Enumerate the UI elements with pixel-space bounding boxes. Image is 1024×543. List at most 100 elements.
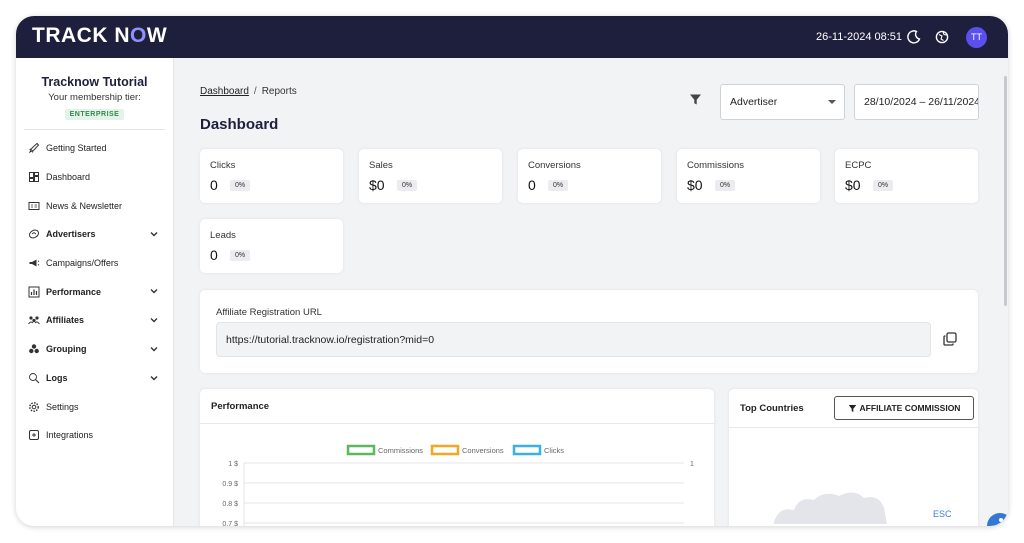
caret-down-icon bbox=[828, 100, 836, 104]
registration-url-field[interactable]: https://tutorial.tracknow.io/registratio… bbox=[216, 322, 931, 357]
stat-change-badge: 0% bbox=[873, 180, 894, 191]
legend-label: Conversions bbox=[462, 446, 504, 455]
stat-value: 0 bbox=[210, 247, 218, 263]
stat-label: Sales bbox=[369, 160, 393, 171]
stat-label: ECPC bbox=[845, 160, 872, 171]
filter-icon bbox=[848, 404, 856, 412]
main-content: Dashboard / Reports Dashboard Advertiser 2… bbox=[174, 58, 1008, 526]
sidebar-item-dashboard[interactable]: Dashboard bbox=[16, 163, 173, 192]
top-countries-title: Top Countries bbox=[740, 403, 804, 414]
megaphone-icon bbox=[28, 257, 40, 269]
top-countries-card: Top Countries AFFILIATE COMMISSION ESC bbox=[729, 389, 978, 526]
sidebar-item-label: Getting Started bbox=[46, 143, 107, 154]
sidebar-item-label: Integrations bbox=[46, 430, 94, 441]
stat-card-commissions: Commissions $0 0% bbox=[677, 149, 820, 203]
y-tick-label: 0.7 $ bbox=[222, 521, 238, 526]
stat-value: 0 bbox=[528, 177, 536, 193]
top-bar: TRACK NOW 26-11-2024 08:51 TT bbox=[16, 16, 1008, 58]
performance-chart: Commissions Conversions Clicks 1 $ 0.9 $ 0.8 … bbox=[222, 444, 694, 526]
chevron-down-icon[interactable] bbox=[149, 373, 159, 383]
stat-card-clicks: Clicks 0 0% bbox=[200, 149, 343, 203]
breadcrumb: Dashboard / Reports bbox=[200, 86, 297, 97]
sidebar-item-integrations[interactable]: Integrations bbox=[16, 421, 173, 450]
stat-value: $0 bbox=[369, 177, 385, 193]
users-icon bbox=[28, 314, 40, 326]
chevron-down-icon[interactable] bbox=[149, 286, 159, 296]
filter-icon[interactable] bbox=[689, 93, 702, 106]
y-tick-label: 0.9 $ bbox=[222, 481, 238, 488]
sidebar-item-advertisers[interactable]: Advertisers bbox=[16, 220, 173, 249]
advertiser-select-value: Advertiser bbox=[730, 96, 778, 108]
membership-tier-badge: ENTERPRISE bbox=[64, 109, 125, 120]
y-tick-label: 1 $ bbox=[228, 461, 238, 468]
sidebar-item-label: Advertisers bbox=[46, 229, 96, 240]
sidebar-item-affiliates[interactable]: Affiliates bbox=[16, 306, 173, 335]
org-name: Tracknow Tutorial bbox=[41, 75, 148, 89]
sidebar-item-label: Affiliates bbox=[46, 315, 85, 326]
page-title: Dashboard bbox=[200, 116, 279, 133]
stat-change-badge: 0% bbox=[397, 180, 418, 191]
rocket-icon bbox=[28, 142, 40, 154]
bar-chart-icon bbox=[28, 286, 40, 298]
app-frame: TRACK NOW 26-11-2024 08:51 TT Tracknow T… bbox=[16, 16, 1008, 526]
y-tick-label: 0.8 $ bbox=[222, 501, 238, 508]
legend-swatch bbox=[346, 444, 376, 456]
top-countries-divider bbox=[729, 427, 978, 428]
y-right-tick-label: 1 bbox=[690, 461, 694, 468]
chevron-down-icon[interactable] bbox=[149, 315, 159, 325]
chevron-down-icon[interactable] bbox=[149, 344, 159, 354]
sidebar-item-label: Grouping bbox=[46, 344, 87, 355]
advertiser-select[interactable]: Advertiser bbox=[720, 84, 845, 120]
magnifier-icon bbox=[28, 372, 40, 384]
breadcrumb-current: Reports bbox=[261, 86, 297, 97]
globe-icon[interactable] bbox=[934, 29, 950, 45]
stat-label: Conversions bbox=[528, 160, 581, 171]
affiliate-commission-button[interactable]: AFFILIATE COMMISSION bbox=[834, 396, 974, 420]
stat-label: Clicks bbox=[210, 160, 236, 171]
affiliate-commission-label: AFFILIATE COMMISSION bbox=[859, 403, 961, 413]
handshake-icon bbox=[28, 228, 40, 240]
breadcrumb-dashboard-link[interactable]: Dashboard bbox=[200, 86, 249, 97]
sidebar-item-settings[interactable]: Settings bbox=[16, 392, 173, 421]
sidebar-nav: Getting Started Dashboard News & Newslet… bbox=[16, 134, 173, 450]
sidebar-item-label: Settings bbox=[46, 401, 79, 412]
dashboard-icon bbox=[28, 171, 40, 183]
gear-icon bbox=[28, 401, 40, 413]
chevron-down-icon[interactable] bbox=[149, 229, 159, 239]
sidebar-divider bbox=[24, 129, 165, 130]
legend-label: Commissions bbox=[378, 446, 423, 455]
stat-card-ecpc: ECPC $0 0% bbox=[835, 149, 978, 203]
sidebar-item-logs[interactable]: Logs bbox=[16, 364, 173, 393]
sidebar-item-campaigns[interactable]: Campaigns/Offers bbox=[16, 249, 173, 278]
accessibility-button[interactable] bbox=[987, 513, 1008, 526]
membership-tier-label: Your membership tier: bbox=[48, 92, 141, 103]
world-map bbox=[774, 492, 887, 524]
stat-value: 0 bbox=[210, 177, 218, 193]
sidebar-item-label: Campaigns/Offers bbox=[46, 258, 119, 269]
esc-hint[interactable]: ESC bbox=[933, 509, 952, 519]
stat-label: Leads bbox=[210, 230, 236, 241]
legend-swatch bbox=[512, 444, 542, 456]
date-range-picker[interactable]: 28/10/2024 – 26/11/2024 bbox=[854, 84, 979, 120]
performance-divider bbox=[200, 423, 714, 424]
accessibility-icon bbox=[996, 518, 1003, 526]
sidebar: Tracknow Tutorial Your membership tier: … bbox=[16, 58, 174, 526]
sidebar-item-getting-started[interactable]: Getting Started bbox=[16, 134, 173, 163]
moon-icon[interactable] bbox=[906, 29, 922, 45]
tracknow-logo[interactable]: TRACK NOW bbox=[32, 24, 167, 48]
stat-label: Commissions bbox=[687, 160, 745, 171]
sidebar-item-news[interactable]: News & Newsletter bbox=[16, 191, 173, 220]
stat-card-leads: Leads 0 0% bbox=[200, 219, 343, 273]
copy-icon[interactable] bbox=[942, 331, 958, 347]
org-info: Tracknow Tutorial Your membership tier: … bbox=[16, 58, 173, 121]
registration-url-label: Affiliate Registration URL bbox=[216, 307, 322, 318]
affiliate-registration-card: Affiliate Registration URL https://tutor… bbox=[200, 290, 978, 373]
scrollbar-thumb[interactable] bbox=[1004, 76, 1007, 306]
integrations-icon bbox=[28, 429, 40, 441]
current-datetime: 26-11-2024 08:51 bbox=[816, 31, 903, 43]
user-avatar[interactable]: TT bbox=[966, 27, 987, 48]
stat-card-conversions: Conversions 0 0% bbox=[518, 149, 661, 203]
sidebar-item-performance[interactable]: Performance bbox=[16, 277, 173, 306]
sidebar-item-grouping[interactable]: Grouping bbox=[16, 335, 173, 364]
sidebar-item-label: News & Newsletter bbox=[46, 200, 123, 211]
